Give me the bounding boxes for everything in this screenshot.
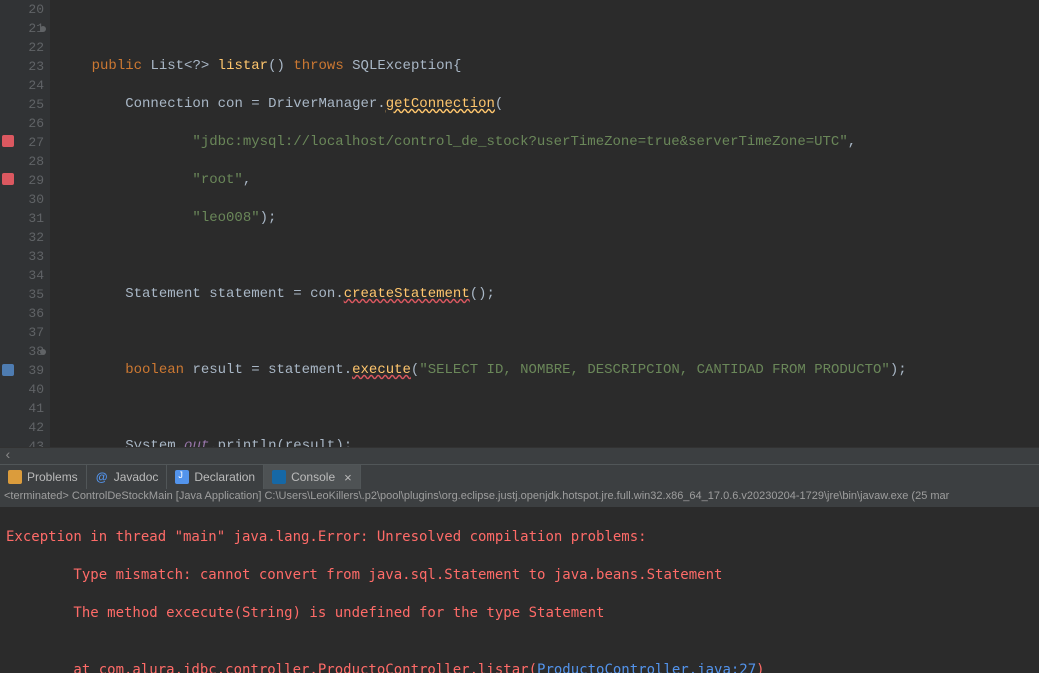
- run-status-bar: <terminated> ControlDeStockMain [Java Ap…: [0, 489, 1039, 507]
- stacktrace-link[interactable]: ProductoController.java:27: [537, 662, 756, 673]
- tab-label: Javadoc: [114, 470, 159, 484]
- line-number: 31: [0, 209, 44, 228]
- line-number: 36: [0, 304, 44, 323]
- line-number: 30: [0, 190, 44, 209]
- line-number: 24: [0, 76, 44, 95]
- console-output[interactable]: Exception in thread "main" java.lang.Err…: [0, 507, 1039, 673]
- run-status-text: <terminated> ControlDeStockMain [Java Ap…: [4, 490, 949, 502]
- line-number: 37: [0, 323, 44, 342]
- console-line: Exception in thread "main" java.lang.Err…: [6, 528, 1033, 547]
- tab-console[interactable]: Console ×: [264, 465, 361, 489]
- error-icon[interactable]: [2, 173, 14, 185]
- horizontal-scrollbar[interactable]: ‹: [0, 447, 1039, 464]
- tab-label: Problems: [27, 470, 78, 484]
- tab-label: Declaration: [194, 470, 255, 484]
- line-number: 32: [0, 228, 44, 247]
- line-number: 34: [0, 266, 44, 285]
- line-number: 23: [0, 57, 44, 76]
- todo-icon[interactable]: [2, 364, 14, 376]
- error-icon[interactable]: [2, 135, 14, 147]
- console-line: Type mismatch: cannot convert from java.…: [6, 566, 1033, 585]
- line-number: 25: [0, 95, 44, 114]
- line-number: 33: [0, 247, 44, 266]
- line-number: 26: [0, 114, 44, 133]
- line-number[interactable]: 27: [0, 133, 44, 152]
- close-icon[interactable]: ×: [344, 470, 352, 485]
- line-gutter: 20 21 22 23 24 25 26 27 28 29 30 31 32 3…: [0, 0, 50, 447]
- java-icon: [175, 470, 189, 484]
- line-number: 22: [0, 38, 44, 57]
- tab-label: Console: [291, 470, 335, 484]
- scroll-left-icon[interactable]: ‹: [0, 448, 16, 464]
- line-number: 42: [0, 418, 44, 437]
- tab-declaration[interactable]: Declaration: [167, 465, 264, 489]
- line-number: 40: [0, 380, 44, 399]
- line-number: 41: [0, 399, 44, 418]
- line-number: 20: [0, 0, 44, 19]
- line-number: 43: [0, 437, 44, 447]
- line-number: 35: [0, 285, 44, 304]
- line-number: 21: [0, 19, 44, 38]
- console-line: at com.alura.jdbc.controller.ProductoCon…: [6, 661, 1033, 673]
- line-number: 38: [0, 342, 44, 361]
- alert-icon: [8, 470, 22, 484]
- code-editor[interactable]: public List<?> listar() throws SQLExcept…: [50, 0, 1039, 447]
- console-icon: [272, 470, 286, 484]
- tab-problems[interactable]: Problems: [0, 465, 87, 489]
- line-number[interactable]: 29: [0, 171, 44, 190]
- bottom-tabbar: Problems @ Javadoc Declaration Console ×: [0, 464, 1039, 489]
- editor-area: 20 21 22 23 24 25 26 27 28 29 30 31 32 3…: [0, 0, 1039, 447]
- at-icon: @: [95, 470, 109, 484]
- line-number[interactable]: 39: [0, 361, 44, 380]
- line-number: 28: [0, 152, 44, 171]
- console-line: The method excecute(String) is undefined…: [6, 604, 1033, 623]
- tab-javadoc[interactable]: @ Javadoc: [87, 465, 168, 489]
